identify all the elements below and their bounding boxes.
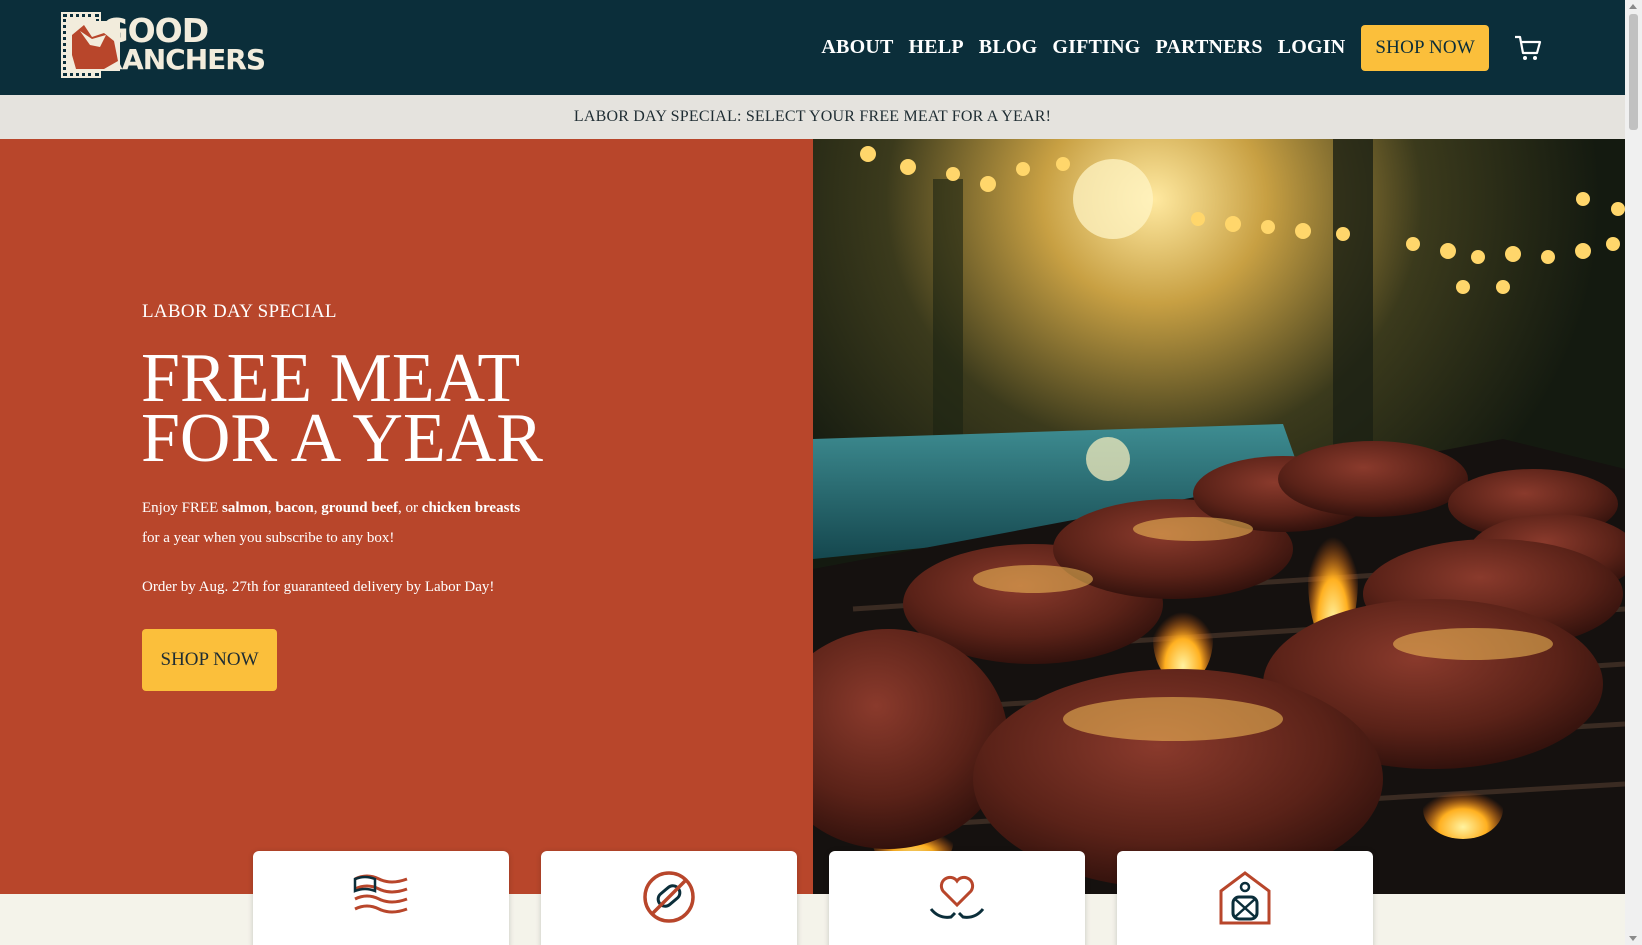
nav-about[interactable]: ABOUT xyxy=(821,36,893,59)
copy-bold-salmon: salmon xyxy=(222,500,268,516)
cart-icon[interactable] xyxy=(1513,33,1543,63)
steaks-on-grill-photo xyxy=(813,139,1625,894)
scrollbar-thumb[interactable] xyxy=(1629,14,1638,130)
copy-bold-bacon: bacon xyxy=(275,500,314,516)
feature-card xyxy=(829,851,1085,945)
shop-now-button[interactable]: SHOP NOW xyxy=(1361,24,1489,71)
heart-hands-icon xyxy=(929,875,985,919)
brand-wordmark: GOOD RANCHERS xyxy=(101,11,266,76)
brand-line2: RANCHERS xyxy=(101,43,266,76)
farmer-barn-icon xyxy=(1219,871,1271,925)
copy-text: , or xyxy=(398,500,422,516)
main-nav: ABOUT HELP BLOG GIFTING PARTNERS LOGIN S… xyxy=(806,0,1625,95)
scroll-down-arrow-icon[interactable] xyxy=(1629,936,1637,941)
nav-partners[interactable]: PARTNERS xyxy=(1155,36,1262,59)
feature-card xyxy=(1117,851,1373,945)
hero-shop-now-button[interactable]: SHOP NOW xyxy=(142,629,277,691)
hero-delivery-note: Order by Aug. 27th for guaranteed delive… xyxy=(142,579,495,595)
copy-text: Enjoy FREE xyxy=(142,500,223,516)
feature-cards xyxy=(0,851,1625,945)
nav-login[interactable]: LOGIN xyxy=(1278,36,1346,59)
american-flag-icon xyxy=(353,874,408,914)
copy-bold-ground-beef: ground beef xyxy=(321,500,399,516)
page-scrollbar[interactable] xyxy=(1625,0,1642,945)
hero-eyebrow: LABOR DAY SPECIAL xyxy=(142,301,337,322)
site-header: GOOD RANCHERS ABOUT HELP BLOG GIFTING PA… xyxy=(0,0,1625,95)
hero-title-line2: FOR A YEAR xyxy=(141,400,543,477)
promo-bar[interactable]: LABOR DAY SPECIAL: SELECT YOUR FREE MEAT… xyxy=(0,95,1625,139)
bull-stamp-icon xyxy=(61,12,120,78)
no-antibiotics-icon xyxy=(643,871,695,923)
scroll-up-arrow-icon[interactable] xyxy=(1629,4,1637,9)
brand-line1: GOOD xyxy=(101,11,210,50)
copy-text: for a year when you subscribe to any box… xyxy=(142,530,395,546)
feature-card xyxy=(253,851,509,945)
brand-logo[interactable]: GOOD RANCHERS xyxy=(61,11,266,78)
copy-bold-chicken-breasts: chicken breasts xyxy=(421,500,521,516)
feature-card xyxy=(541,851,797,945)
hero-title: FREE MEAT FOR A YEAR xyxy=(141,344,661,474)
nav-help[interactable]: HELP xyxy=(909,36,964,59)
nav-blog[interactable]: BLOG xyxy=(979,36,1038,59)
nav-gifting[interactable]: GIFTING xyxy=(1052,36,1140,59)
hero-description: Enjoy FREE salmon, bacon, ground beef, o… xyxy=(142,493,532,553)
hero-panel: LABOR DAY SPECIAL FREE MEAT FOR A YEAR E… xyxy=(0,139,813,894)
